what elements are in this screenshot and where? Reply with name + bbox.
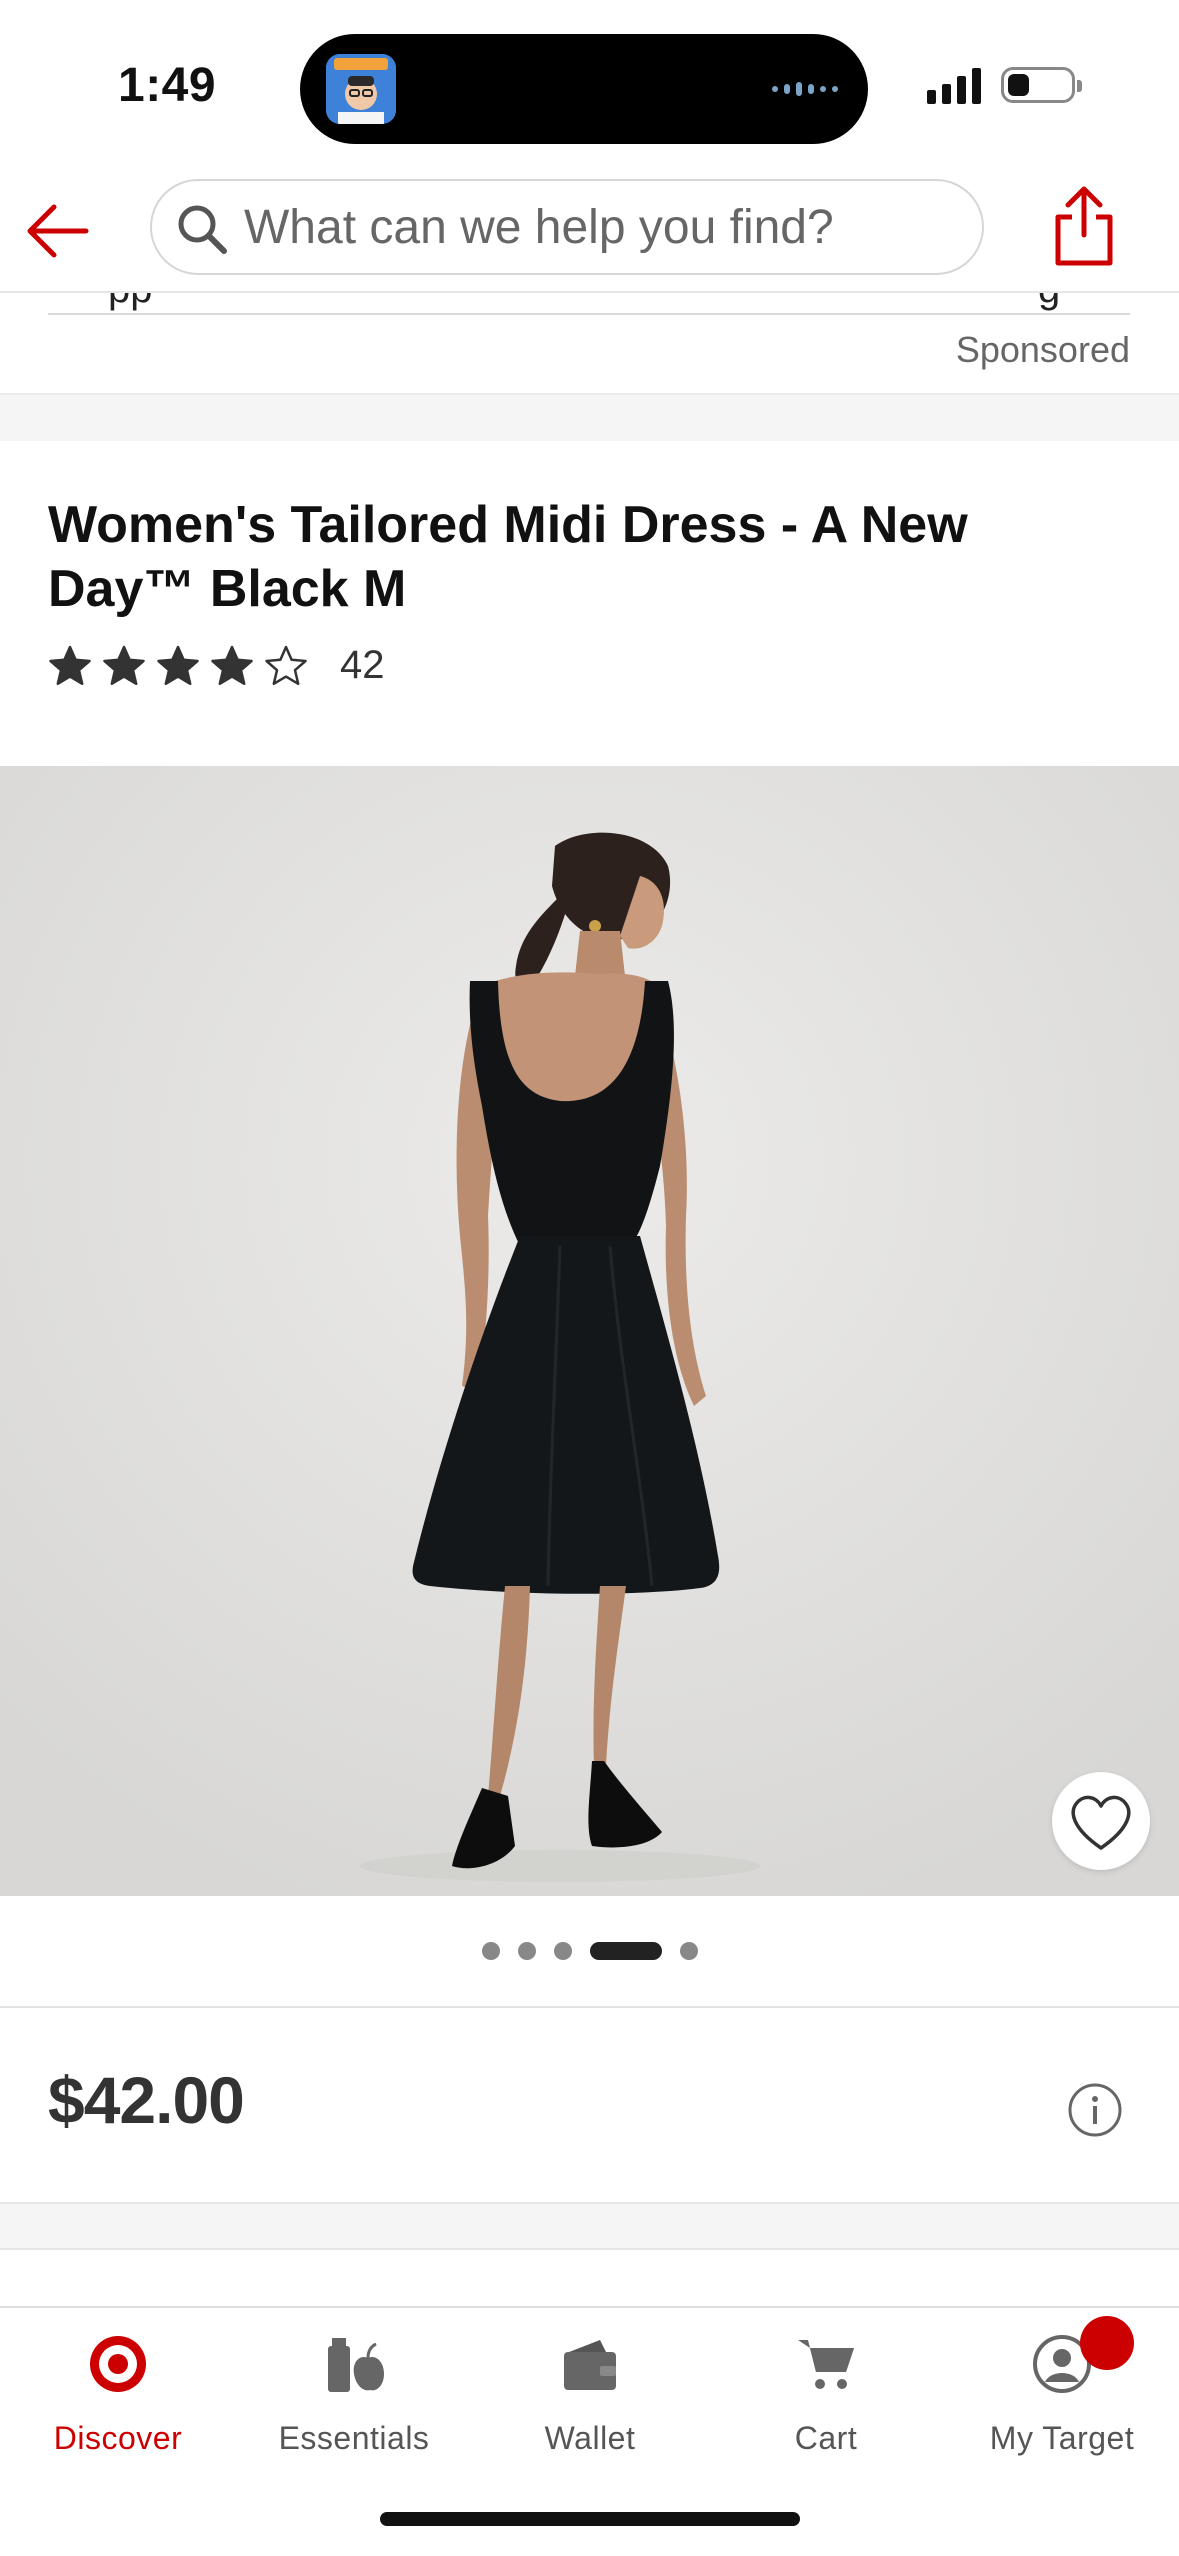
battery-icon (1001, 67, 1082, 103)
tab-discover[interactable]: Discover (0, 2308, 236, 2488)
target-logo-icon (90, 2336, 146, 2392)
price: $42.00 (48, 2063, 245, 2137)
section-gap (0, 2202, 1179, 2250)
battery-level (1008, 74, 1029, 96)
tab-label: My Target (989, 2420, 1135, 2456)
star-filled-icon (157, 645, 199, 685)
rating-row[interactable]: 42 (48, 643, 385, 688)
sponsored-section: ppg Sponsored (0, 293, 1179, 393)
share-button[interactable] (1046, 185, 1122, 269)
search-icon (178, 205, 227, 254)
wallet-icon (564, 2340, 616, 2390)
tab-wallet[interactable]: Wallet (472, 2308, 708, 2488)
review-count: 42 (340, 643, 385, 687)
carousel-dot[interactable] (679, 1942, 698, 1960)
dress-photo (0, 766, 1179, 1896)
tab-label: Wallet (544, 2420, 636, 2456)
dynamic-island[interactable] (300, 34, 868, 144)
carousel-dot[interactable] (553, 1942, 572, 1960)
search-bar[interactable] (150, 179, 984, 275)
product-header: Women's Tailored Midi Dress - A New Day™… (0, 441, 1179, 766)
carousel-pagination[interactable] (0, 1896, 1179, 2006)
product-image[interactable] (0, 766, 1179, 1896)
tab-essentials[interactable]: Essentials (236, 2308, 472, 2488)
info-button[interactable] (1067, 2082, 1123, 2138)
heart-outline-icon (1071, 1795, 1131, 1850)
search-input[interactable] (244, 181, 964, 273)
arrow-left-icon (27, 204, 89, 258)
divider (48, 313, 1130, 315)
tab-my-target[interactable]: My Target (944, 2308, 1179, 2488)
essentials-bottle-icon (328, 2338, 384, 2392)
carousel-dot[interactable] (517, 1942, 536, 1960)
sponsored-label: Sponsored (955, 329, 1130, 370)
top-nav (0, 165, 1179, 293)
status-time: 1:49 (118, 59, 217, 112)
section-gap (0, 393, 1179, 441)
info-icon (1068, 2083, 1122, 2137)
star-filled-icon (103, 645, 145, 685)
share-icon (1055, 186, 1113, 266)
status-icons (927, 66, 1082, 104)
notification-badge (1080, 2316, 1134, 2370)
tab-label: Cart (794, 2420, 858, 2456)
star-filled-icon (49, 645, 91, 685)
carousel-dot[interactable] (481, 1942, 500, 1960)
island-app-icon (326, 54, 396, 124)
back-button[interactable] (20, 191, 100, 271)
price-section: $42.00 (0, 2008, 1179, 2202)
carousel-dot-active[interactable] (589, 1942, 662, 1960)
favorite-button[interactable] (1052, 1772, 1150, 1870)
status-bar: 1:49 (0, 0, 1179, 165)
product-title: Women's Tailored Midi Dress - A New Day™… (48, 496, 968, 618)
tab-label: Essentials (278, 2420, 430, 2456)
tab-cart[interactable]: Cart (708, 2308, 944, 2488)
tab-label: Discover (53, 2420, 183, 2456)
home-indicator (380, 2512, 800, 2526)
sponsored-clipped-text: ppg (48, 293, 1130, 313)
cart-icon (798, 2340, 854, 2389)
star-filled-icon (211, 645, 253, 685)
star-outline-icon (265, 645, 307, 685)
star-rating (48, 644, 308, 688)
signal-icon (927, 66, 981, 104)
audio-wave-icon (772, 82, 838, 96)
